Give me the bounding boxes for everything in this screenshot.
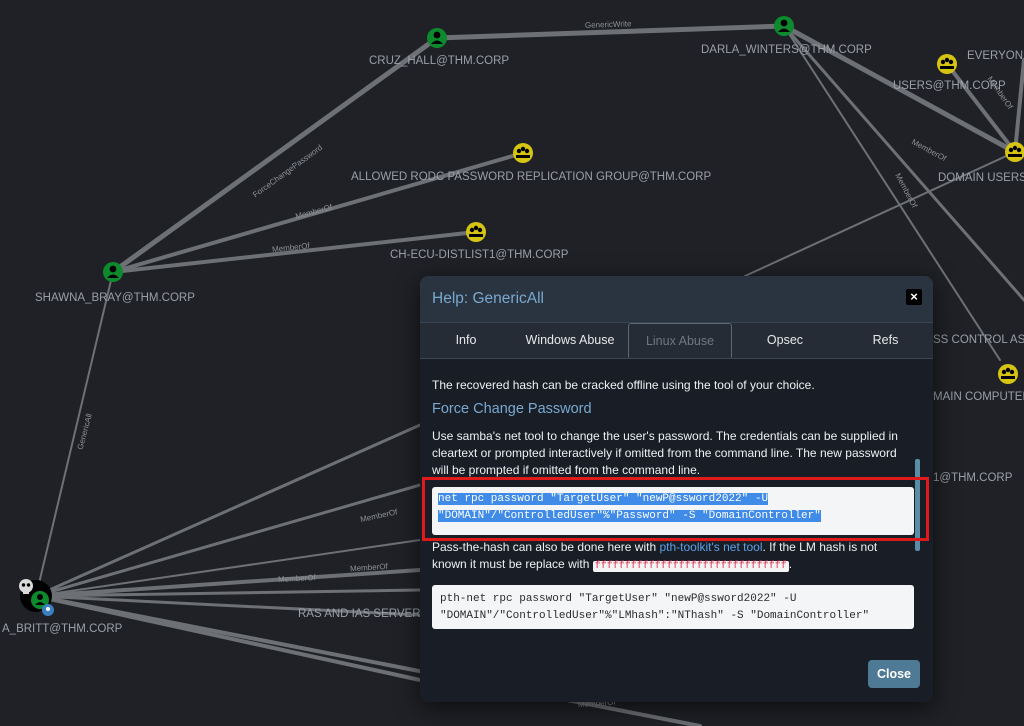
pth-command-text[interactable]: pth-net rpc password "TargetUser" "newP@… [440, 593, 869, 622]
edge-label-memberof-6: MemberOf [910, 137, 948, 163]
close-button[interactable]: Close [868, 660, 920, 688]
modal-title: Help: GenericAll [432, 290, 544, 307]
node-label-darla-winters: DARLA_WINTERS@THM.CORP [701, 44, 872, 56]
edge-darla-down[interactable] [782, 24, 1024, 302]
skull-icon [19, 579, 33, 593]
pth-text-end: . [788, 557, 793, 571]
group-node-rodc[interactable]: ALLOWED RODC PASSWORD REPLICATION GROUP@… [351, 143, 711, 183]
user-node-shawna-bray[interactable]: SHAWNA_BRAY@THM.CORP [35, 262, 195, 304]
pth-text-before: Pass-the-hash can also be done here with [432, 540, 660, 554]
tab-refs[interactable]: Refs [838, 323, 933, 357]
node-label-britt: A_BRITT@THM.CORP [2, 623, 123, 635]
group-icon [998, 364, 1018, 384]
section-title: Force Change Password [432, 401, 592, 417]
edge-label-generic-write: GenericWrite [585, 19, 632, 30]
group-node-ch-ecu[interactable]: CH-ECU-DISTLIST1@THM.CORP [390, 222, 569, 261]
edge-britt-shawna[interactable] [35, 271, 114, 597]
scrollbar-thumb[interactable] [915, 459, 920, 551]
pth-command-code-block[interactable]: pth-net rpc password "TargetUser" "newP@… [432, 585, 914, 629]
modal-body[interactable]: The recovered hash can be cracked offlin… [420, 359, 933, 637]
group-icon [937, 54, 957, 74]
group-icon [466, 222, 486, 242]
description-text: Use samba's net tool to change the user'… [432, 429, 898, 477]
group-node-users[interactable]: USERS@THM.CORP EVERYONE [893, 50, 1024, 92]
intro-text: The recovered hash can be cracked offlin… [432, 378, 815, 392]
group-node-domain-users[interactable]: DOMAIN USERS [938, 142, 1024, 184]
node-label-ch-ecu: CH-ECU-DISTLIST1@THM.CORP [390, 249, 569, 261]
node-label-domain-users: DOMAIN USERS [938, 172, 1024, 184]
edge-domain-mid[interactable] [744, 151, 1016, 277]
node-label-shawna-bray: SHAWNA_BRAY@THM.CORP [35, 292, 195, 304]
edge-label-memberof-1: MemberOf [294, 202, 334, 221]
node-label-cruz-hall: CRUZ_HALL@THM.CORP [369, 55, 509, 67]
pth-toolkit-link[interactable]: pth-toolkit's net tool [659, 540, 762, 554]
node-label-ras-ias: RAS AND IAS SERVER [298, 608, 421, 620]
edge-label-force-change: ForceChangePassword [251, 143, 324, 199]
lm-hash-code: ffffffffffffffffffffffffffffffff [592, 561, 789, 572]
group-node-domain-computers[interactable]: MAIN COMPUTER [933, 364, 1024, 403]
node-label-domain-computers: MAIN COMPUTER [933, 391, 1024, 403]
tab-linux-abuse[interactable]: Linux Abuse [628, 323, 732, 358]
node-label-distlist-partial: 1@THM.CORP [933, 472, 1013, 484]
node-label-rodc: ALLOWED RODC PASSWORD REPLICATION GROUP@… [351, 171, 711, 183]
tab-windows-abuse[interactable]: Windows Abuse [512, 323, 628, 357]
tab-bar: Info Windows Abuse Linux Abuse Opsec Ref… [420, 323, 933, 359]
command-code-block[interactable]: net rpc password "TargetUser" "newP@sswo… [432, 487, 914, 535]
edge-label-memberof-3: MemberOf [359, 507, 399, 524]
close-icon[interactable]: × [906, 289, 922, 305]
group-icon [513, 143, 533, 163]
node-label-everyone: EVERYONE [967, 50, 1024, 62]
user-node-darla-winters[interactable]: DARLA_WINTERS@THM.CORP [701, 16, 872, 56]
help-modal: Help: GenericAll × Info Windows Abuse Li… [420, 276, 933, 702]
node-label-users: USERS@THM.CORP [893, 80, 1006, 92]
edge-britt-2[interactable] [34, 483, 422, 598]
edge-users-domain[interactable] [945, 62, 1017, 154]
edge-shawna-cruz[interactable] [110, 35, 440, 275]
selected-command-text[interactable]: net rpc password "TargetUser" "newP@sswo… [438, 493, 821, 522]
node-label-access-control: SS CONTROL ASS [933, 334, 1024, 346]
tab-info[interactable]: Info [420, 323, 512, 357]
edge-label-memberof-5: MemberOf [278, 573, 317, 584]
modal-header: Help: GenericAll × [420, 276, 933, 323]
pth-paragraph: Pass-the-hash can also be done here with… [432, 539, 907, 575]
tab-opsec[interactable]: Opsec [732, 323, 838, 357]
